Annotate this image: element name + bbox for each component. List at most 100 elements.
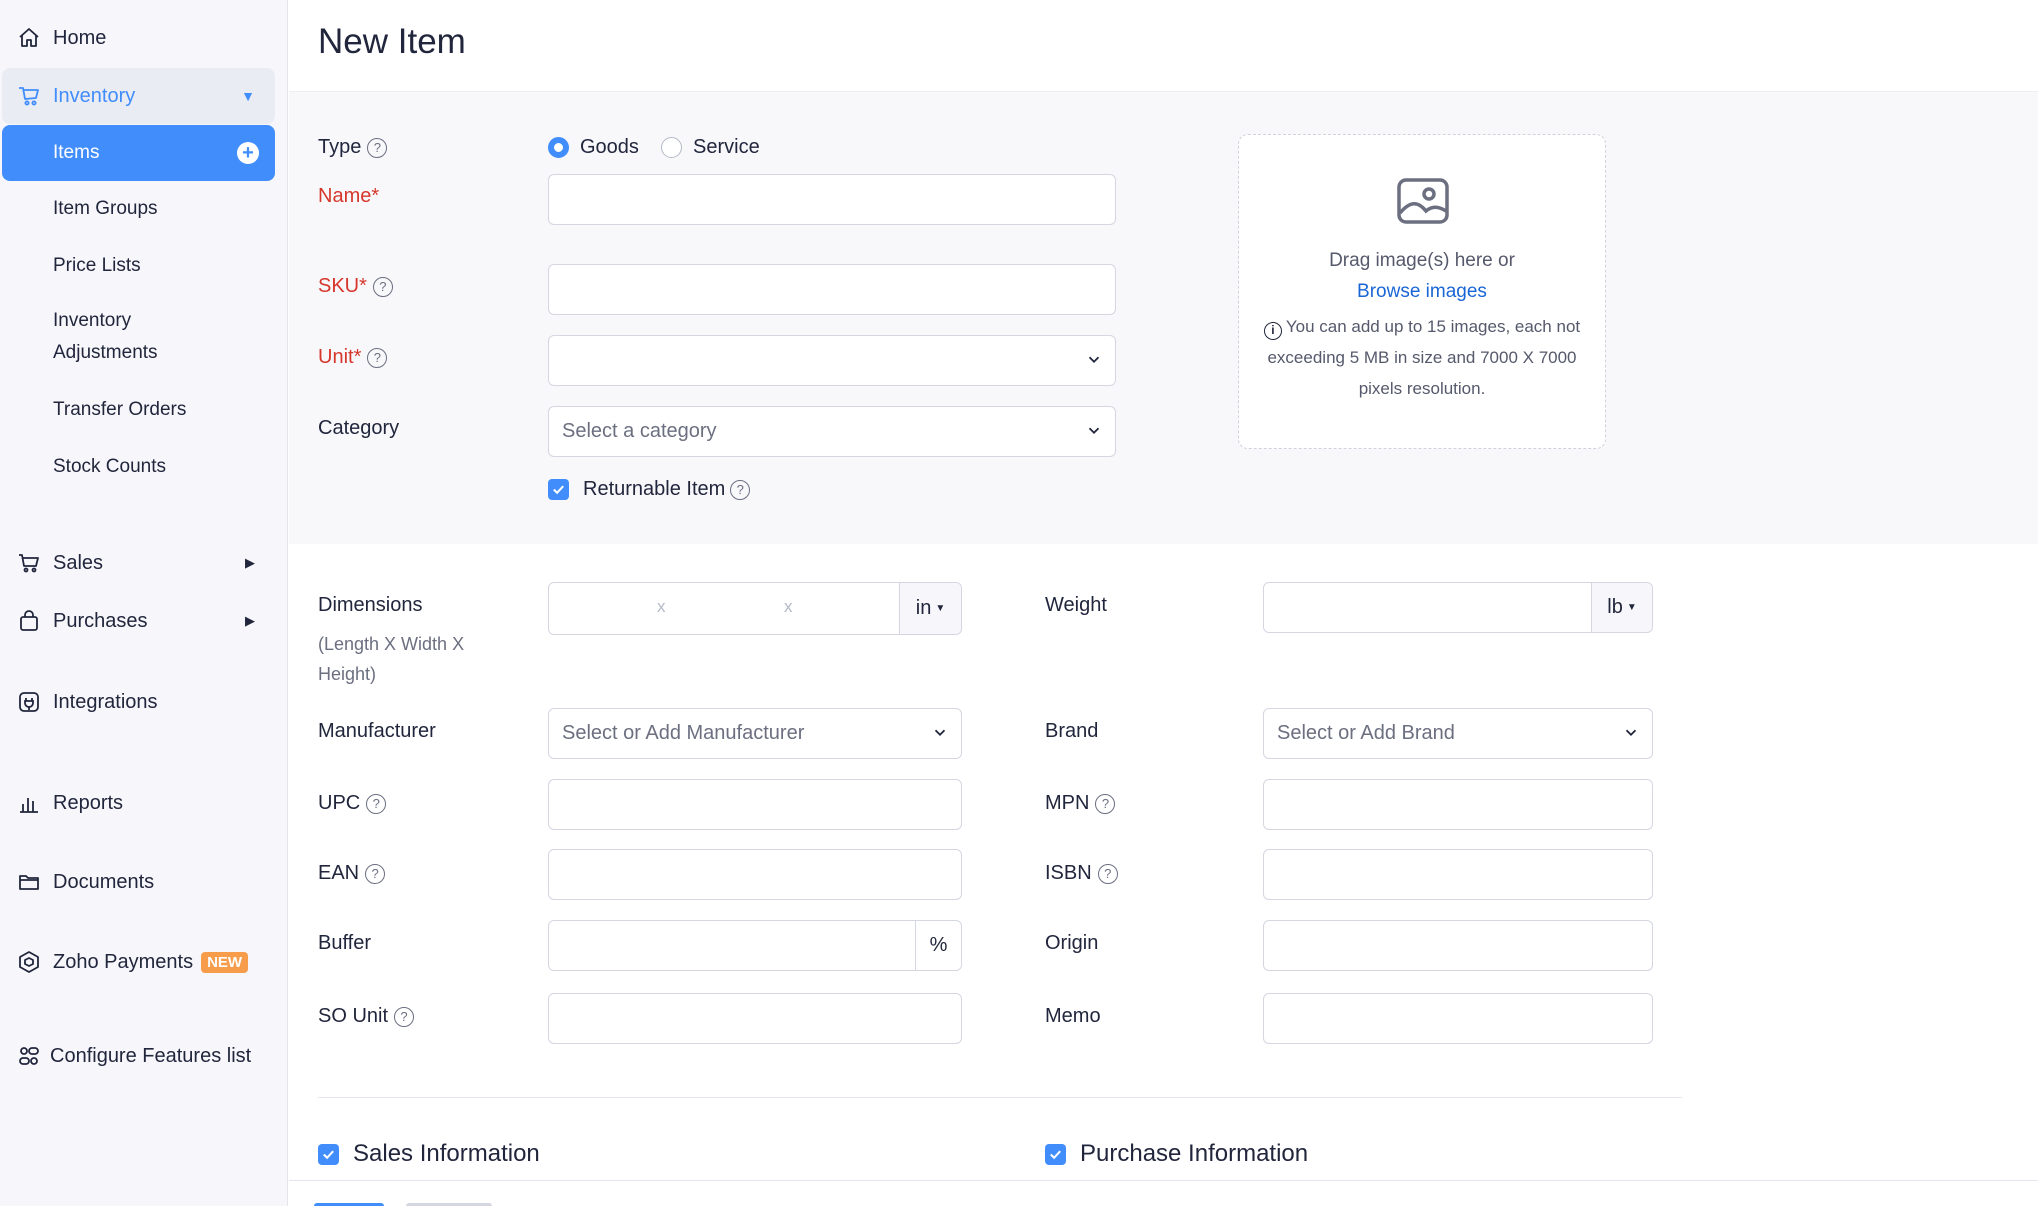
nav-transfer-orders[interactable]: Transfer Orders — [2, 382, 275, 438]
memo-label: Memo — [1045, 1005, 1101, 1028]
add-item-icon[interactable]: + — [237, 142, 259, 164]
nav-home[interactable]: Home — [2, 10, 275, 66]
nav-reports-label: Reports — [53, 791, 124, 814]
help-icon[interactable]: ? — [394, 1006, 415, 1027]
name-label-text: Name* — [318, 185, 380, 207]
category-label-text: Category — [318, 417, 400, 439]
primary-section — [289, 92, 2038, 544]
image-icon — [1397, 178, 1449, 224]
checkbox-checked-icon — [318, 1143, 339, 1165]
nav-stock-counts[interactable]: Stock Counts — [2, 439, 275, 495]
weight-label: Weight — [1045, 594, 1107, 617]
buffer-input[interactable]: % — [548, 920, 962, 971]
nav-inventory[interactable]: Inventory ▼ — [2, 68, 275, 124]
help-icon[interactable]: ? — [1097, 863, 1118, 884]
bag-icon — [16, 608, 42, 634]
dimensions-input[interactable]: x x in ▼ — [548, 582, 962, 635]
image-dropzone[interactable]: Drag image(s) here or Browse images i You… — [1238, 134, 1606, 449]
help-icon[interactable]: ? — [1095, 793, 1116, 814]
dimension-separator: x — [784, 597, 793, 616]
ean-input[interactable] — [548, 849, 962, 900]
configure-icon — [16, 1043, 42, 1069]
weight-unit-dropdown[interactable]: lb ▼ — [1591, 583, 1652, 632]
dimension-separator: x — [657, 597, 666, 616]
weight-unit-label: lb — [1607, 596, 1623, 618]
isbn-input[interactable] — [1263, 849, 1653, 900]
help-icon[interactable]: ? — [730, 479, 751, 500]
chevron-down-icon — [1088, 356, 1100, 363]
mpn-input[interactable] — [1263, 779, 1653, 830]
dropzone-text: Drag image(s) here or — [1329, 250, 1515, 271]
help-icon[interactable]: ? — [372, 276, 393, 297]
folder-icon — [16, 869, 42, 895]
returnable-checkbox[interactable]: Returnable Item ? — [548, 478, 751, 501]
upc-label: UPC ? — [318, 792, 387, 815]
sidebar: Home Inventory ▼ Items + Item Groups Pri… — [0, 0, 288, 1206]
help-icon[interactable]: ? — [365, 863, 386, 884]
weight-input[interactable]: lb ▼ — [1263, 582, 1653, 633]
chevron-down-icon — [934, 729, 946, 736]
nav-integrations[interactable]: Integrations — [2, 674, 275, 730]
upc-input[interactable] — [548, 779, 962, 830]
dimensions-unit-dropdown[interactable]: in ▼ — [899, 583, 961, 634]
ean-label-text: EAN — [318, 862, 360, 884]
buffer-percent-addon: % — [915, 921, 961, 970]
radio-goods[interactable]: Goods — [548, 136, 639, 159]
buffer-unit-label: % — [929, 934, 948, 956]
nav-sales[interactable]: Sales ▶ — [2, 535, 275, 591]
sku-input[interactable] — [548, 264, 1116, 315]
manufacturer-label: Manufacturer — [318, 720, 436, 743]
sales-info-checkbox[interactable] — [318, 1143, 353, 1165]
chevron-down-icon — [1625, 729, 1637, 736]
nav-inventory-adjustments[interactable]: Inventory Adjustments — [2, 302, 222, 372]
browse-images-link[interactable]: Browse images — [1239, 281, 1605, 303]
name-input[interactable] — [548, 174, 1116, 225]
brand-label-text: Brand — [1045, 720, 1099, 742]
help-icon[interactable]: ? — [367, 347, 388, 368]
caret-right-icon: ▶ — [245, 613, 255, 628]
nav-stock-counts-label: Stock Counts — [53, 456, 166, 477]
help-icon[interactable]: ? — [367, 137, 388, 158]
mpn-label-text: MPN — [1045, 792, 1090, 814]
nav-price-lists[interactable]: Price Lists — [2, 238, 275, 294]
page-header: New Item — [289, 0, 2038, 92]
caret-down-icon: ▼ — [241, 88, 255, 104]
dropzone-note-text: You can add up to 15 images, each not ex… — [1267, 317, 1581, 398]
brand-placeholder: Select or Add Brand — [1277, 722, 1455, 744]
nav-reports[interactable]: Reports — [2, 775, 275, 831]
origin-input[interactable] — [1263, 920, 1653, 971]
nav-zoho-payments[interactable]: Zoho Payments NEW — [2, 934, 275, 990]
nav-configure-features[interactable]: Configure Features list — [2, 1028, 275, 1084]
dimensions-unit-label: in — [915, 597, 932, 619]
returnable-help: ? — [725, 479, 751, 500]
brand-select[interactable]: Select or Add Brand — [1263, 708, 1653, 759]
nav-home-label: Home — [53, 26, 107, 49]
radio-service[interactable]: Service — [661, 136, 760, 159]
purchase-information-title: Purchase Information — [1080, 1140, 1309, 1167]
dimensions-hint: (Length X Width X Height) — [318, 634, 465, 684]
nav-documents-label: Documents — [53, 870, 155, 893]
name-label: Name* — [318, 185, 379, 208]
nav-item-groups[interactable]: Item Groups — [2, 181, 275, 237]
sales-information-title: Sales Information — [353, 1140, 540, 1167]
memo-label-text: Memo — [1045, 1005, 1101, 1027]
manufacturer-select[interactable]: Select or Add Manufacturer — [548, 708, 962, 759]
dimensions-label-text: Dimensions — [318, 594, 423, 616]
purchase-info-checkbox[interactable] — [1045, 1143, 1080, 1165]
sales-information-toggle[interactable]: Sales Information — [318, 1140, 540, 1168]
purchase-information-toggle[interactable]: Purchase Information — [1045, 1140, 1308, 1168]
unit-select[interactable] — [548, 335, 1116, 386]
memo-input[interactable] — [1263, 993, 1653, 1044]
home-icon — [16, 25, 42, 51]
checkbox-checked-icon — [1045, 1143, 1066, 1165]
type-label: Type ? — [318, 136, 388, 159]
nav-documents[interactable]: Documents — [2, 854, 275, 910]
dropzone-note: i You can add up to 15 images, each not e… — [1247, 311, 1597, 404]
info-icon: i — [1263, 321, 1282, 340]
nav-purchases[interactable]: Purchases ▶ — [2, 593, 275, 649]
so-unit-input[interactable] — [548, 993, 962, 1044]
category-select[interactable]: Select a category — [548, 406, 1116, 457]
sku-label: SKU* ? — [318, 275, 393, 298]
nav-items[interactable]: Items + — [2, 125, 275, 181]
help-icon[interactable]: ? — [366, 793, 387, 814]
